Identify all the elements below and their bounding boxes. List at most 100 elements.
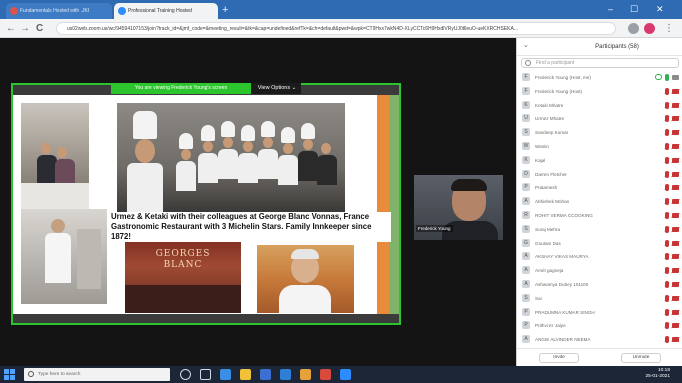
taskbar-search-input[interactable]: Type here to search	[24, 368, 170, 381]
participant-row[interactable]: P PRADUMNA KUMAR SINGH	[517, 306, 682, 319]
participant-name: Abhishek Mohan	[535, 199, 570, 205]
participant-row[interactable]: G Goutam Das	[517, 237, 682, 250]
participant-avatar: P	[522, 307, 530, 316]
video-off-icon	[672, 185, 679, 191]
caption-line: Urmez & Ketaki with their colleagues at …	[111, 212, 370, 221]
participant-avatar: S	[522, 224, 530, 233]
participant-row[interactable]: R ROHIT VERMA CCOOKING	[517, 209, 682, 222]
back-icon[interactable]: ←	[6, 22, 16, 35]
participant-row[interactable]: K Kajal	[517, 154, 682, 167]
mic-muted-icon	[665, 143, 669, 150]
invite-button[interactable]: Invite	[539, 353, 579, 363]
profile-avatar-icon[interactable]	[644, 23, 655, 34]
mic-muted-icon	[665, 336, 669, 344]
collapse-panel-icon[interactable]: ⌄	[523, 41, 529, 51]
zoom-favicon-icon	[118, 7, 126, 15]
file-explorer-icon[interactable]	[240, 369, 251, 380]
participant-name: Urmez Mhatre	[535, 116, 565, 122]
participant-avatar: U	[522, 114, 530, 123]
url-field[interactable]: us02web.zoom.us/wc/94594107153/join?trac…	[56, 22, 616, 35]
task-view-icon[interactable]	[200, 369, 211, 380]
maximize-button[interactable]: ☐	[630, 3, 638, 15]
participant-name: AKSHAY VIKAS MAURYA	[535, 254, 589, 260]
forward-icon[interactable]: →	[20, 22, 30, 35]
video-off-icon	[672, 102, 679, 108]
participant-name: Darren Fletcher	[535, 171, 567, 177]
mic-muted-icon	[665, 87, 669, 95]
system-clock[interactable]: 10:18 25-01-2021	[610, 368, 670, 380]
windows-start-icon[interactable]	[4, 369, 15, 380]
participant-row[interactable]: P Pratamesh	[517, 181, 682, 194]
participant-row[interactable]: A ANGIE ALVINDER NEEMA	[517, 333, 682, 346]
menu-kebab-icon[interactable]: ⋮	[664, 22, 674, 35]
mic-muted-icon	[665, 170, 669, 178]
close-window-button[interactable]: ✕	[656, 3, 664, 15]
participant-row[interactable]: D Darren Fletcher	[517, 168, 682, 181]
view-options-button[interactable]: View Options ⌄	[253, 83, 301, 94]
video-off-icon	[672, 268, 679, 274]
minimize-button[interactable]: –	[608, 3, 613, 15]
participant-row[interactable]: S Suraj Mehra	[517, 223, 682, 236]
participant-row[interactable]: F Frederick Young (Host, me)	[517, 71, 682, 84]
video-off-icon	[672, 144, 679, 149]
participants-title: Participants (58)	[595, 44, 639, 50]
participant-avatar: K	[522, 155, 530, 164]
participant-name: Sandeep Kumar	[535, 130, 569, 136]
screen-share-status: You are viewing Frederick Young's screen	[111, 83, 251, 94]
search-placeholder: Find a participant	[536, 60, 575, 66]
participant-row[interactable]: S Sai	[517, 292, 682, 305]
participant-avatar: P	[522, 183, 530, 192]
participant-name: PRADUMNA KUMAR SINGH	[535, 309, 595, 315]
store-icon[interactable]	[260, 369, 271, 380]
tab-favicon-icon	[10, 7, 18, 15]
participant-row[interactable]: A AKSHAY VIKAS MAURYA	[517, 250, 682, 263]
participant-avatar: P	[522, 321, 530, 330]
participant-row[interactable]: A Ashwamya Dubey 101100	[517, 278, 682, 291]
participant-name: ROHIT VERMA CCOOKING	[535, 213, 593, 218]
extension-icon[interactable]	[628, 23, 639, 34]
photos-icon[interactable]	[300, 369, 311, 380]
browser-tab-1[interactable]: Fundamentals Hosted with .JKI	[6, 3, 112, 19]
photo-couple-at-table	[21, 103, 89, 209]
participant-row[interactable]: P Prithvi Kr Jaiye	[517, 319, 682, 332]
mic-muted-icon	[665, 253, 669, 261]
participant-row[interactable]: F Frederick Young (Host)	[517, 85, 682, 98]
participant-avatar: A	[522, 266, 530, 275]
participant-search-input[interactable]: Find a participant	[521, 58, 679, 68]
participant-row[interactable]: A Abhishek Mohan	[517, 195, 682, 208]
unmute-me-button[interactable]: Unmute	[621, 353, 661, 363]
edge-browser-icon[interactable]	[220, 369, 231, 380]
video-off-icon	[672, 282, 679, 287]
mic-muted-icon	[665, 322, 669, 330]
participant-row[interactable]: U Urmez Mhatre	[517, 112, 682, 125]
participant-name: Suraj Mehra	[535, 226, 561, 232]
shared-slide: GEORGES BLANC Urmez & Ketaki with their …	[13, 95, 399, 314]
mic-muted-icon	[665, 308, 669, 316]
cortana-icon[interactable]	[180, 369, 191, 380]
browser-tab-2-active[interactable]: Professional Training Hosted	[114, 3, 218, 19]
participant-row[interactable]: A Amrit gagneja	[517, 264, 682, 277]
participant-avatar: F	[522, 86, 530, 95]
slide-caption: Urmez & Ketaki with their colleagues at …	[109, 212, 391, 242]
participant-name: ANGIE ALVINDER NEEMA	[535, 337, 591, 343]
zoom-icon[interactable]	[340, 369, 351, 380]
video-off-icon	[672, 309, 679, 315]
participant-row[interactable]: K Ketaki Mhatre	[517, 99, 682, 112]
video-off-icon	[672, 88, 679, 94]
participant-row[interactable]: S Sandeep Kumar	[517, 126, 682, 139]
slide-side-strip	[389, 95, 399, 314]
reload-icon[interactable]: C	[36, 22, 43, 35]
participant-name: Wasim	[535, 144, 549, 149]
tab-title: Fundamentals Hosted with .JKI	[20, 8, 90, 14]
video-on-icon	[672, 75, 679, 80]
mail-icon[interactable]	[280, 369, 291, 380]
participant-avatar: G	[522, 238, 530, 247]
new-tab-button[interactable]: +	[222, 3, 228, 17]
video-off-icon	[672, 295, 679, 301]
speaker-video-tile[interactable]: Frederick Young	[414, 175, 503, 240]
chrome-icon[interactable]	[320, 369, 331, 380]
sign-text: GEORGES BLANC	[155, 249, 211, 270]
participant-avatar: R	[522, 211, 530, 219]
participant-row[interactable]: W Wasim	[517, 140, 682, 153]
mic-muted-icon	[665, 184, 669, 192]
